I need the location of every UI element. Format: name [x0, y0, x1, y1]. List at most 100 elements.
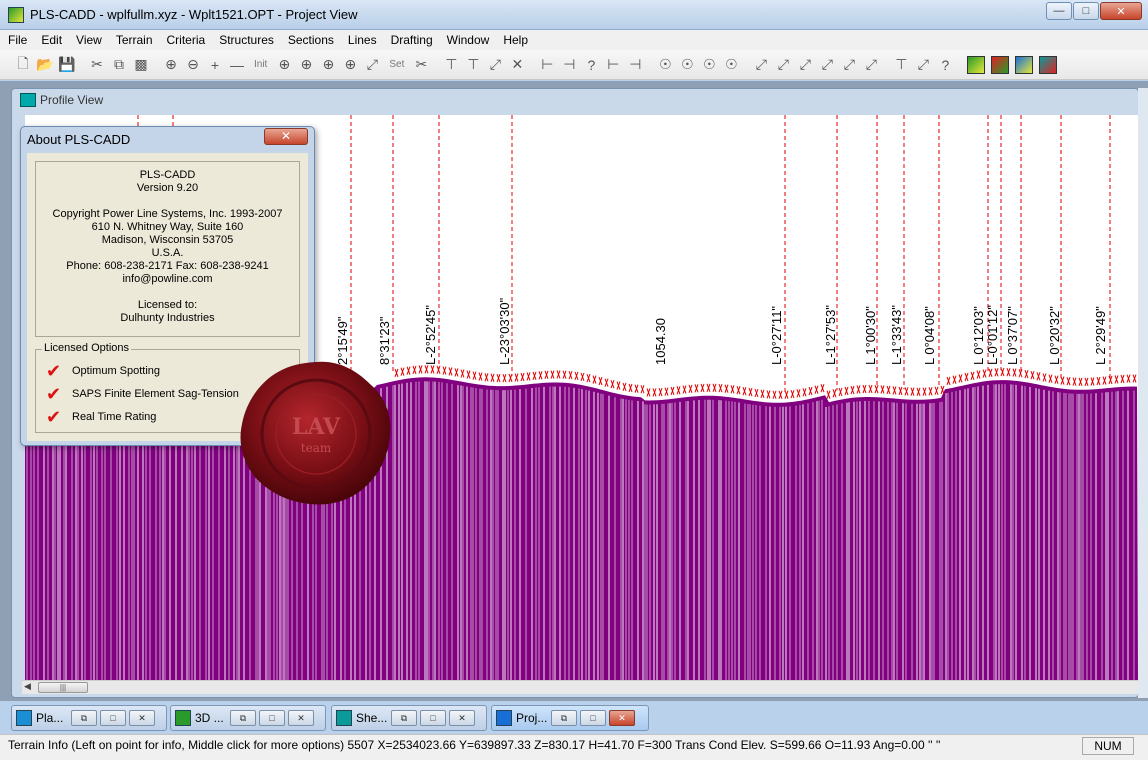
minimized-window-label: She... — [356, 711, 388, 725]
minimize-button[interactable]: — — [1046, 2, 1072, 20]
window-title: PLS-CADD - wplfullm.xyz - Wplt1521.OPT -… — [30, 7, 358, 22]
maximize-button[interactable]: □ — [100, 710, 126, 726]
option-label: Real Time Rating — [72, 411, 157, 423]
checkmark-icon: ✔ — [46, 407, 62, 427]
terrain-tool-4-icon[interactable]: ✕ — [506, 54, 528, 76]
menu-view[interactable]: View — [76, 33, 102, 47]
menu-help[interactable]: Help — [503, 33, 528, 47]
pan-icon[interactable]: ⊕ — [273, 54, 295, 76]
minimized-window-label: 3D ... — [195, 711, 224, 725]
product-info-box: PLS-CADD Version 9.20 Copyright Power Li… — [35, 161, 300, 337]
line-tool-3-icon[interactable]: ⤢ — [794, 54, 816, 76]
paste-icon[interactable]: ▩ — [130, 54, 152, 76]
structure-tool-5-icon[interactable]: ⊣ — [624, 54, 646, 76]
save-icon[interactable]: 💾 — [56, 54, 78, 76]
rotate-icon[interactable]: ⊕ — [295, 54, 317, 76]
cut-icon[interactable]: ✂ — [86, 54, 108, 76]
terrain-tool-1-icon[interactable]: ⊤ — [440, 54, 462, 76]
line-tool-2-icon[interactable]: ⤢ — [772, 54, 794, 76]
option-label: SAPS Finite Element Sag-Tension — [72, 388, 239, 400]
menu-terrain[interactable]: Terrain — [116, 33, 153, 47]
num-lock-indicator: NUM — [1082, 737, 1134, 755]
copy-icon[interactable]: ⧉ — [108, 54, 130, 76]
line-tool-5-icon[interactable]: ⤢ — [838, 54, 860, 76]
close-button[interactable]: ✕ — [129, 710, 155, 726]
sheet-view-icon[interactable] — [1039, 55, 1058, 74]
contact-phone: Phone: 608-238-2171 Fax: 608-238-9241 — [66, 260, 269, 272]
maximize-button[interactable]: □ — [1073, 2, 1099, 20]
plan-view-icon[interactable] — [967, 55, 986, 74]
minimized-window-3d[interactable]: 3D ... ⧉ □ ✕ — [170, 705, 326, 731]
restore-button[interactable]: ⧉ — [391, 710, 417, 726]
maximize-button[interactable]: □ — [580, 710, 606, 726]
section-tool-2-icon[interactable]: ☉ — [676, 54, 698, 76]
maximize-button[interactable]: □ — [259, 710, 285, 726]
draft-tool-3-icon[interactable]: ? — [934, 54, 956, 76]
zoom-out-icon[interactable]: ⊖ — [182, 54, 204, 76]
line-tool-6-icon[interactable]: ⤢ — [860, 54, 882, 76]
init-button[interactable]: Init — [254, 59, 267, 70]
structure-tool-1-icon[interactable]: ⊢ — [536, 54, 558, 76]
draft-tool-1-icon[interactable]: ⊤ — [890, 54, 912, 76]
terrain-tool-2-icon[interactable]: ⊤ — [462, 54, 484, 76]
structure-tool-3-icon[interactable]: ? — [580, 54, 602, 76]
set-button[interactable]: Set — [389, 59, 404, 70]
zoom-in-icon[interactable]: ⊕ — [160, 54, 182, 76]
maximize-button[interactable]: □ — [420, 710, 446, 726]
close-button[interactable]: ✕ — [449, 710, 475, 726]
menu-drafting[interactable]: Drafting — [391, 33, 433, 47]
structure-label: L-23°03'30" — [497, 297, 512, 365]
restore-button[interactable]: ⧉ — [230, 710, 256, 726]
new-file-icon[interactable]: 🗋 — [12, 54, 34, 76]
menu-lines[interactable]: Lines — [348, 33, 377, 47]
minimized-window-sheet[interactable]: She... ⧉ □ ✕ — [331, 705, 487, 731]
close-button[interactable]: ✕ — [288, 710, 314, 726]
menu-file[interactable]: File — [8, 33, 27, 47]
orbit-icon[interactable]: ⊕ — [339, 54, 361, 76]
section-tool-4-icon[interactable]: ☉ — [720, 54, 742, 76]
terrain-tool-3-icon[interactable]: ⤢ — [484, 54, 506, 76]
licensed-to-label: Licensed to: — [137, 299, 198, 311]
horizontal-scrollbar[interactable]: ◀ ||| — [22, 680, 1138, 694]
scroll-left-icon[interactable]: ◀ — [24, 681, 31, 692]
menu-window[interactable]: Window — [447, 33, 490, 47]
close-button[interactable]: ✕ — [1100, 2, 1142, 20]
profile-view-icon — [20, 93, 36, 107]
zoom-minus-icon[interactable]: — — [226, 54, 248, 76]
minimized-window-plan[interactable]: Pla... ⧉ □ ✕ — [11, 705, 167, 731]
about-close-button[interactable]: ✕ — [264, 128, 308, 145]
line-tool-4-icon[interactable]: ⤢ — [816, 54, 838, 76]
center-icon[interactable]: ⊕ — [317, 54, 339, 76]
line-tool-1-icon[interactable]: ⤢ — [750, 54, 772, 76]
draft-tool-2-icon[interactable]: ⤢ — [912, 54, 934, 76]
section-tool-1-icon[interactable]: ☉ — [654, 54, 676, 76]
structure-label: L-0°01'12" — [985, 305, 1000, 365]
section-tool-3-icon[interactable]: ☉ — [698, 54, 720, 76]
pick-icon[interactable]: ✂ — [410, 54, 432, 76]
licensed-options-label: Licensed Options — [42, 342, 131, 354]
minimized-windows-bar: Pla... ⧉ □ ✕ 3D ... ⧉ □ ✕ She... ⧉ □ ✕ P… — [0, 702, 1148, 734]
menu-sections[interactable]: Sections — [288, 33, 334, 47]
fit-icon[interactable]: ⤢ — [361, 54, 383, 76]
minimized-window-project[interactable]: Proj... ⧉ □ ✕ — [491, 705, 649, 731]
open-folder-icon[interactable]: 📂 — [34, 54, 56, 76]
menu-edit[interactable]: Edit — [41, 33, 62, 47]
restore-button[interactable]: ⧉ — [71, 710, 97, 726]
profile-view-icon[interactable] — [991, 55, 1010, 74]
option-row: ✔ Real Time Rating — [46, 407, 157, 427]
structure-tool-2-icon[interactable]: ⊣ — [558, 54, 580, 76]
title-bar: PLS-CADD - wplfullm.xyz - Wplt1521.OPT -… — [0, 0, 1148, 30]
restore-button[interactable]: ⧉ — [551, 710, 577, 726]
structure-tool-4-icon[interactable]: ⊢ — [602, 54, 624, 76]
vertical-scrollbar[interactable] — [1138, 88, 1148, 698]
menu-structures[interactable]: Structures — [219, 33, 274, 47]
scroll-thumb[interactable]: ||| — [38, 682, 88, 693]
status-bar: Terrain Info (Left on point for info, Mi… — [0, 734, 1148, 760]
3d-view-icon[interactable] — [1015, 55, 1034, 74]
menu-criteria[interactable]: Criteria — [167, 33, 206, 47]
wax-seal-logo: LAV team — [238, 358, 394, 508]
address-line-2: Madison, Wisconsin 53705 — [101, 234, 234, 246]
profile-view-title: Profile View — [40, 93, 104, 107]
close-button[interactable]: ✕ — [609, 710, 635, 726]
zoom-plus-icon[interactable]: + — [204, 54, 226, 76]
